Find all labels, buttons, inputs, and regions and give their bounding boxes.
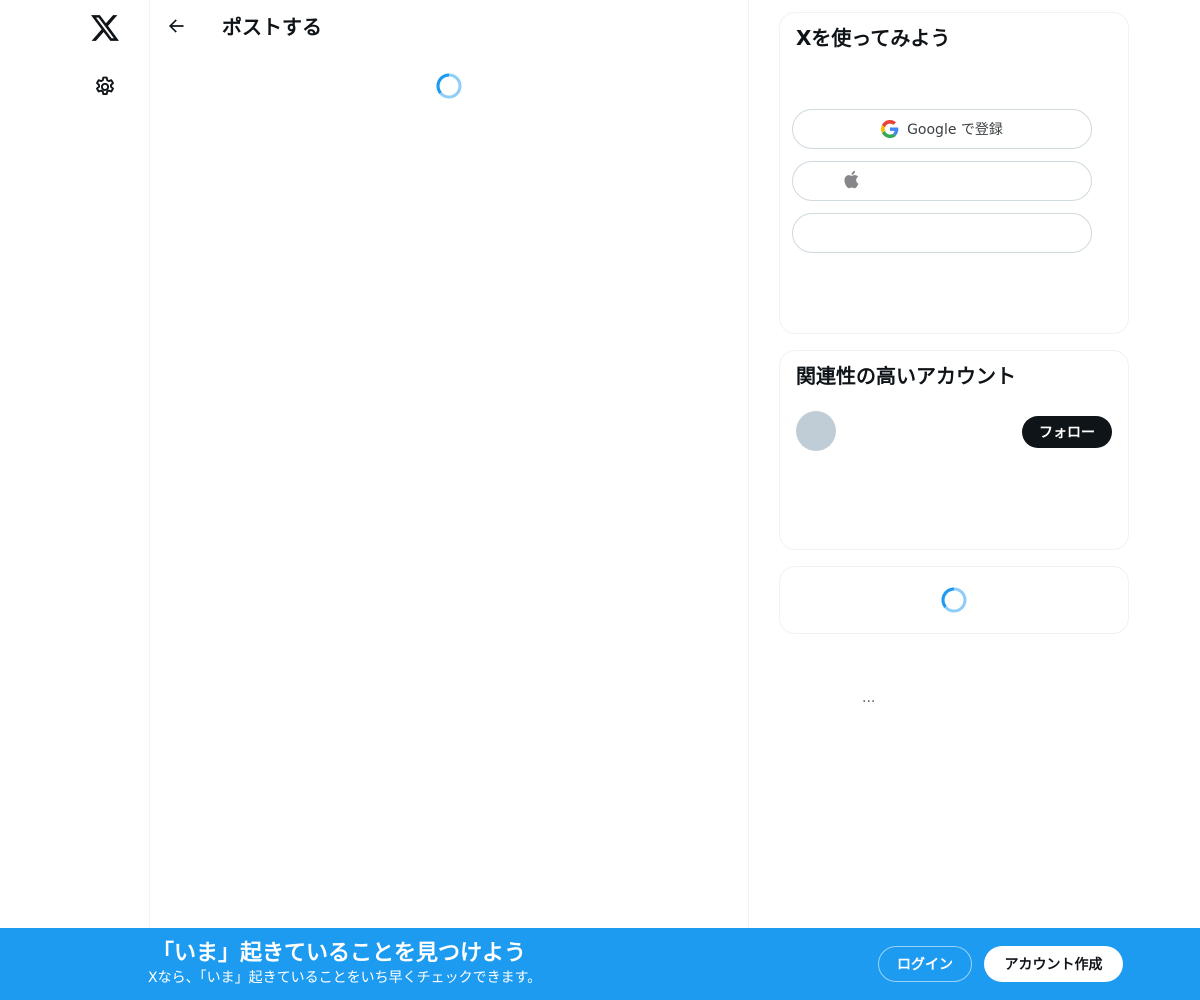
bottom-bar-heading: 「いま」起きていることを見つけよう — [152, 941, 527, 966]
bottom-signup-bar: 「いま」起きていることを見つけよう Xなら、「いま」起きていることをいち早くチェ… — [0, 928, 1200, 1000]
loading-spinner — [941, 587, 967, 613]
signup-card: Xを使ってみよう Google で登録 — [779, 12, 1129, 334]
google-signup-label: Google で登録 — [907, 122, 1003, 138]
follow-button[interactable]: フォロー — [1022, 416, 1112, 448]
arrow-left-icon — [169, 19, 184, 33]
main-column: ポストする — [150, 0, 749, 1000]
apple-signup-button[interactable] — [792, 161, 1092, 201]
login-button[interactable]: ログイン — [878, 946, 972, 982]
signup-button[interactable]: アカウント作成 — [984, 946, 1123, 982]
more-menu-icon[interactable]: ... — [862, 690, 875, 706]
x-logo-icon[interactable] — [85, 8, 125, 48]
related-accounts-title: 関連性の高いアカウント — [796, 364, 1016, 388]
loading-spinner — [436, 73, 462, 99]
google-signup-button[interactable]: Google で登録 — [792, 109, 1092, 149]
signup-card-title: Xを使ってみよう — [796, 26, 951, 50]
gear-icon[interactable] — [85, 67, 125, 107]
create-account-button[interactable] — [792, 213, 1092, 253]
left-nav — [0, 0, 150, 1000]
main-header: ポストする — [150, 0, 749, 54]
page-title: ポストする — [222, 15, 322, 39]
apple-icon — [843, 170, 859, 193]
back-button[interactable] — [158, 8, 194, 44]
google-icon — [881, 120, 899, 138]
loading-card — [779, 566, 1129, 634]
bottom-bar-subtext: Xなら、「いま」起きていることをいち早くチェックできます。 — [148, 970, 542, 986]
avatar[interactable] — [796, 411, 836, 451]
related-accounts-card: 関連性の高いアカウント フォロー — [779, 350, 1129, 550]
